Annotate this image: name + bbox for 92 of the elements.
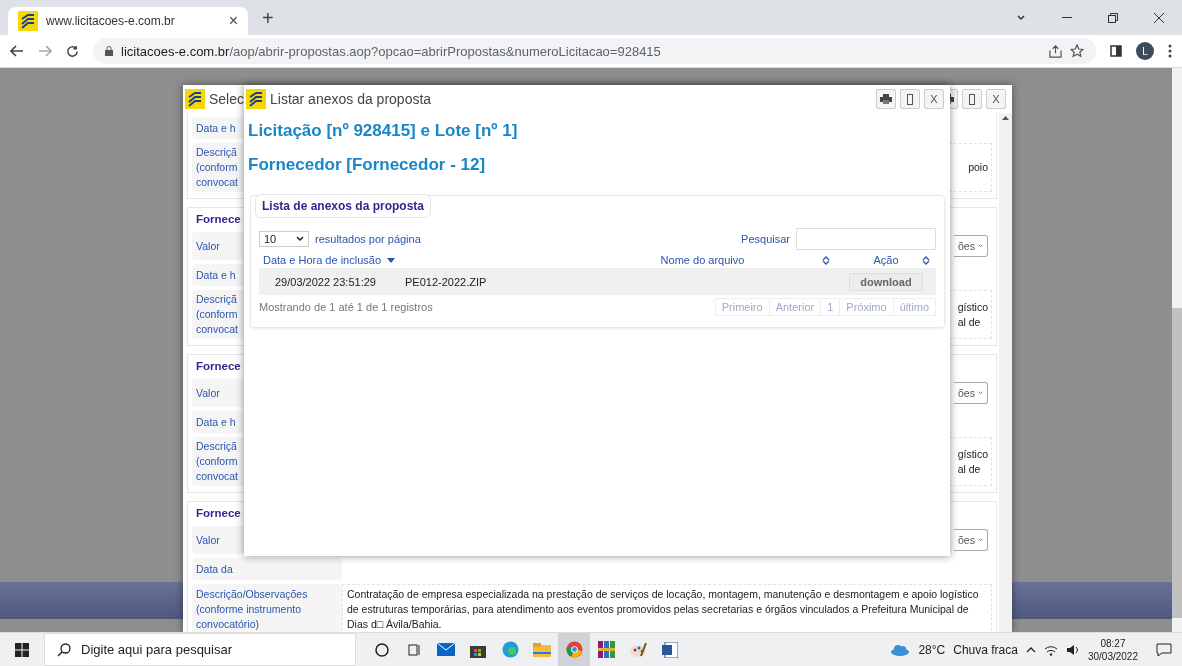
field-label: Descriçã (conform convocat — [196, 292, 239, 337]
dropdown[interactable]: ões — [954, 529, 988, 551]
folder-icon — [533, 642, 551, 657]
dialog-title: Selec — [209, 91, 245, 107]
share-icon[interactable] — [1049, 44, 1062, 58]
logo-icon — [246, 89, 266, 109]
print-button[interactable] — [876, 89, 896, 109]
mail-icon — [437, 643, 455, 656]
clock[interactable]: 08:27 30/03/2022 — [1087, 636, 1138, 663]
close-button[interactable]: X — [924, 89, 944, 109]
chevron-down-icon — [977, 537, 983, 543]
description-text: poio — [968, 160, 988, 175]
close-button[interactable]: X — [986, 89, 1006, 109]
wifi-icon[interactable] — [1043, 643, 1058, 656]
books-icon — [597, 641, 615, 658]
menu-icon[interactable] — [1168, 44, 1172, 58]
profile-avatar[interactable]: L — [1136, 42, 1154, 60]
search-icon — [57, 642, 71, 657]
section-title: Fornece — [195, 359, 241, 374]
scrollbar[interactable] — [1172, 68, 1182, 632]
address-bar[interactable]: licitacoes-e.com.br/aop/abrir-propostas.aop?opcao=abrirPropostas&numeroLicitacao=928415 — [93, 38, 1096, 64]
temperature-text: 28°C — [918, 642, 946, 657]
column-header[interactable]: Data e Hora de inclusão — [259, 252, 569, 268]
scroll-up-icon[interactable] — [1002, 116, 1009, 120]
maximize-icon — [969, 93, 975, 105]
side-panel-icon[interactable] — [1110, 45, 1122, 57]
star-icon[interactable] — [1070, 44, 1084, 58]
chevron-down-icon — [977, 390, 983, 396]
chevron-up-icon[interactable] — [1025, 646, 1036, 653]
weather-text: Chuva fraca — [953, 642, 1018, 657]
maximize-icon — [907, 93, 913, 105]
cloud-icon — [890, 643, 911, 656]
search-label: Pesquisar — [741, 233, 790, 245]
dropdown[interactable]: ões — [954, 382, 988, 404]
field-label: Data da — [196, 561, 233, 577]
back-icon[interactable] — [10, 45, 24, 57]
browser-icon — [501, 641, 519, 658]
close-tab-button[interactable]: × — [228, 12, 238, 30]
maximize-button[interactable] — [962, 89, 982, 109]
heading: Fornecedor [Fornecedor - 12] — [248, 155, 487, 175]
section-title: Fornece — [195, 212, 241, 227]
document-icon — [662, 641, 678, 658]
chevron-down-icon — [296, 236, 304, 242]
heading: Licitação [nº 928415] e Lote [nº 1] — [248, 121, 519, 141]
table-info: Mostrando de 1 até 1 de 1 registros — [259, 301, 433, 313]
restore-icon — [1108, 12, 1118, 23]
panel-title: Lista de anexos da proposta — [255, 194, 432, 218]
field-label: Data e h — [196, 267, 236, 283]
description-text: gístico al de — [957, 446, 988, 477]
column-header[interactable]: Ação — [836, 252, 936, 268]
taskbar-search[interactable]: Digite aqui para pesquisar — [44, 633, 356, 666]
table-cell-text: PE012-2022.ZIP — [404, 276, 488, 288]
search-field[interactable] — [796, 228, 936, 250]
logo-icon — [185, 89, 205, 109]
new-tab-button[interactable]: + — [262, 7, 274, 30]
palette-icon — [629, 641, 647, 658]
task-view-icon — [407, 642, 421, 657]
logo-icon — [18, 11, 38, 31]
printer-icon — [880, 94, 892, 104]
windows-icon — [15, 642, 29, 657]
field-label: Valor — [196, 532, 220, 548]
dropdown[interactable]: ões — [954, 235, 988, 257]
reload-icon[interactable] — [66, 44, 79, 58]
field-label: Descriçã (conform convocat — [196, 145, 239, 190]
column-header[interactable]: Nome do arquivo — [569, 252, 836, 268]
field-label: Valor — [196, 385, 220, 401]
browser-tab[interactable]: www.licitacoes-e.com.br × — [8, 7, 248, 35]
url-text: licitacoes-e.com.br/aop/abrir-propostas.aop?opcao=abrirPropostas&numeroLicitacao=928415 — [121, 43, 661, 59]
page-size-select[interactable]: 10 — [259, 231, 309, 247]
chevron-down-icon — [1017, 14, 1025, 21]
field-label: Data e h — [196, 414, 236, 430]
circle-icon — [375, 642, 389, 657]
maximize-button[interactable] — [900, 89, 920, 109]
description-text: Contratação de empresa especializada na prestação de serviços de locação, montagem, manutenção e desmontagem e apoio logístico de estruturas temporárias, para atendimento aos eventos promovidos pelas secretarias e órgãos vinculados a Prefeitura Municipal de Dias d□ Ávila/Bahia. — [347, 587, 980, 632]
field-label: Valor — [196, 238, 220, 254]
description-text: gístico al de — [957, 299, 988, 330]
notification-icon[interactable] — [1156, 642, 1172, 657]
dialog-title: Listar anexos da proposta — [270, 91, 432, 107]
section-title: Fornece — [195, 506, 241, 521]
close-icon — [1154, 12, 1164, 23]
scrollbar[interactable] — [999, 113, 1012, 632]
table-cell-text: 29/03/2022 23:51:29 — [274, 276, 377, 288]
field-label: Descriçã (conform convocat — [196, 439, 239, 484]
minimize-icon — [1062, 17, 1072, 18]
volume-icon[interactable] — [1065, 643, 1080, 656]
page-size-label: resultados por página — [315, 233, 421, 245]
download-button[interactable]: download — [849, 273, 923, 291]
field-label: Descrição/Observações (conforme instrumento convocatório) — [196, 587, 308, 632]
browser-icon — [565, 641, 583, 658]
chevron-down-icon — [977, 243, 983, 249]
lock-icon — [105, 46, 113, 56]
field-label: Data e h — [196, 120, 236, 136]
